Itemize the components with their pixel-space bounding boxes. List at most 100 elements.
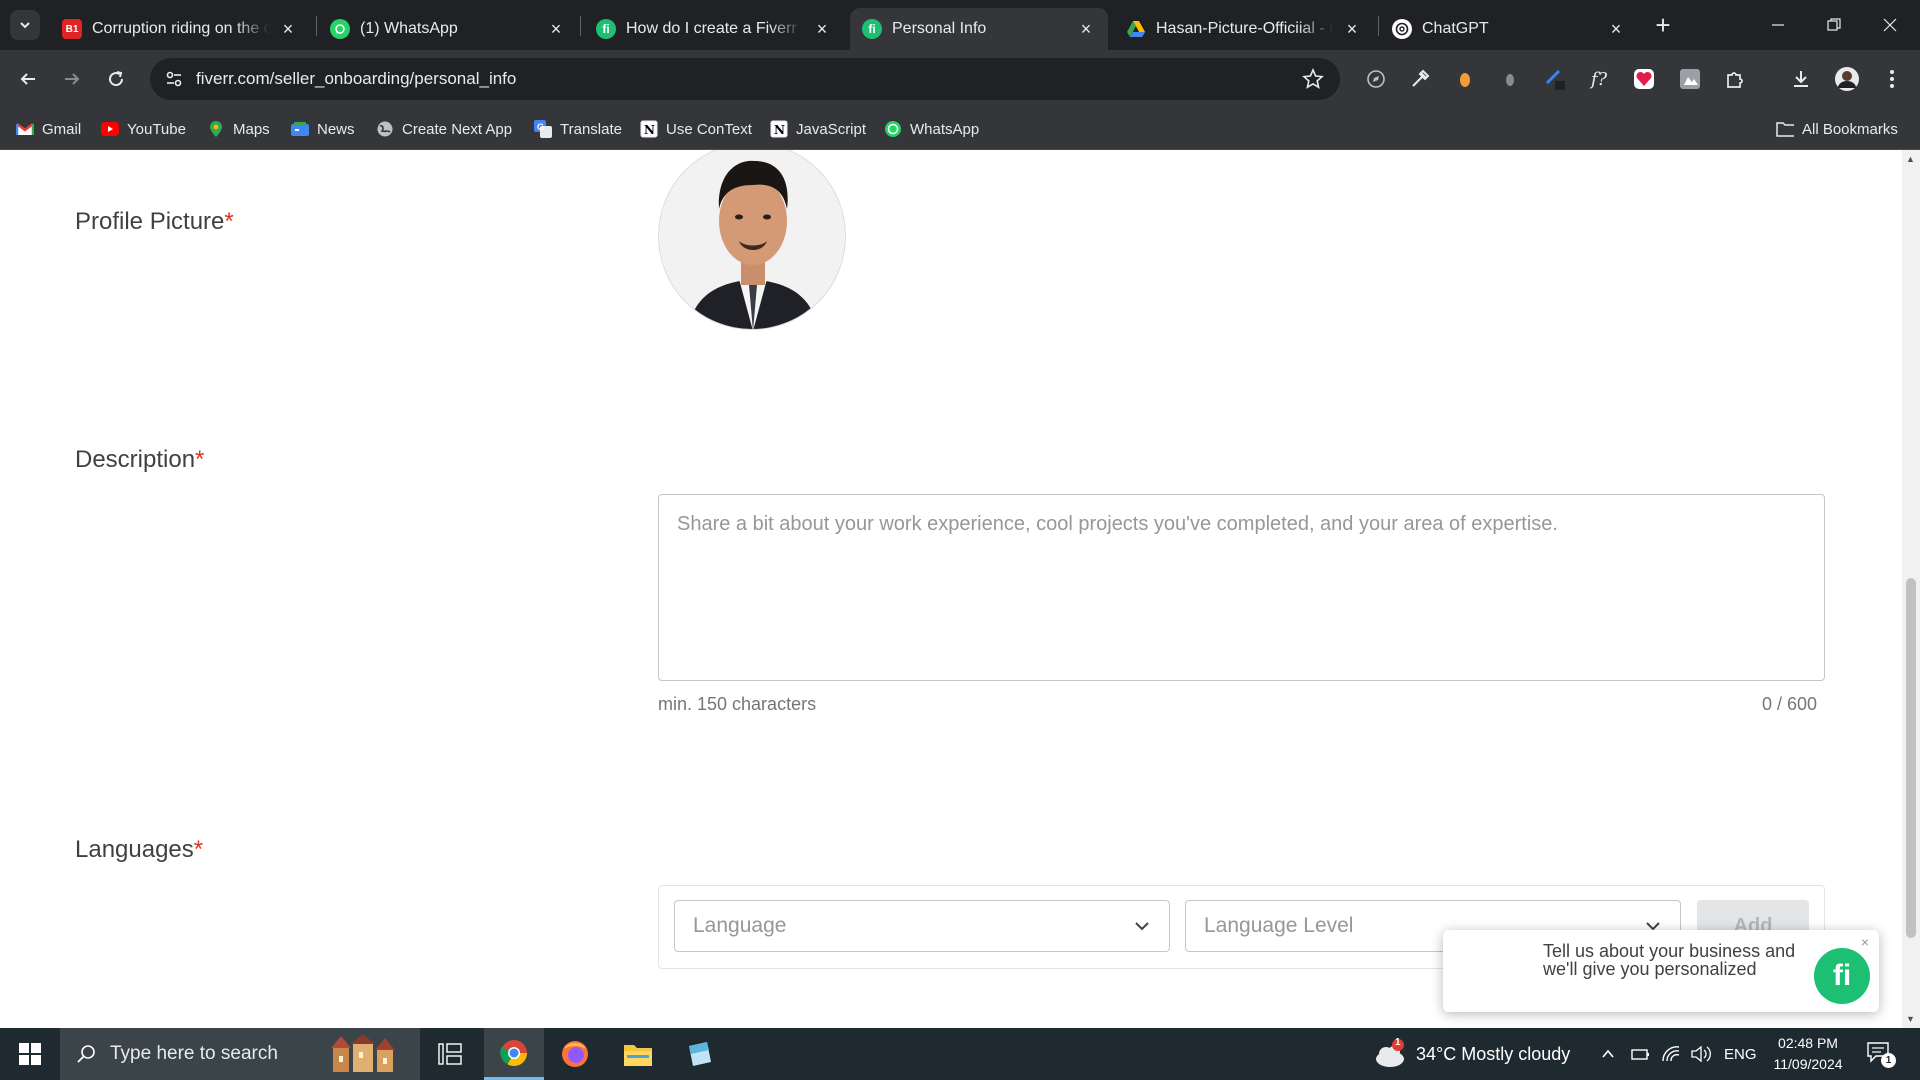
url-text: fiverr.com/seller_onboarding/personal_in… bbox=[196, 69, 517, 88]
close-icon[interactable]: × bbox=[1861, 934, 1869, 950]
bookmark-gmail[interactable]: Gmail bbox=[16, 118, 81, 140]
language-level-placeholder: Language Level bbox=[1204, 914, 1354, 937]
reload-icon bbox=[109, 71, 124, 87]
bookmarks-bar: Gmail YouTube Maps News Create Next App … bbox=[0, 108, 1920, 150]
bookmark-maps[interactable]: Maps bbox=[207, 118, 270, 140]
heart-extension-icon[interactable] bbox=[1630, 65, 1658, 93]
bookmark-use-context[interactable]: N Use ConText bbox=[640, 118, 752, 140]
task-view-icon[interactable] bbox=[420, 1028, 480, 1080]
tab-whatsapp[interactable]: (1) WhatsApp × bbox=[318, 8, 578, 50]
profile-avatar-icon[interactable] bbox=[1833, 65, 1861, 93]
svg-text:G: G bbox=[537, 122, 544, 132]
arrow-left-icon bbox=[20, 73, 35, 85]
tab-title: (1) WhatsApp bbox=[360, 20, 458, 37]
forward-button[interactable] bbox=[56, 63, 88, 95]
scrollbar-thumb[interactable] bbox=[1906, 578, 1916, 938]
close-window-button[interactable] bbox=[1862, 0, 1918, 50]
reload-button[interactable] bbox=[100, 63, 132, 95]
chrome-taskbar-icon[interactable] bbox=[484, 1028, 544, 1080]
gray-extension-icon[interactable] bbox=[1496, 65, 1524, 93]
restore-button[interactable] bbox=[1806, 0, 1862, 50]
whatsapp-icon bbox=[330, 19, 350, 39]
bookmark-news[interactable]: News bbox=[291, 118, 355, 140]
volume-icon[interactable] bbox=[1690, 1028, 1712, 1080]
firefox-taskbar-icon[interactable] bbox=[545, 1028, 605, 1080]
translate-icon: G bbox=[534, 120, 552, 138]
tab-separator bbox=[1378, 16, 1379, 36]
tab-corruption[interactable]: B1 Corruption riding on the coattails × bbox=[50, 8, 310, 50]
bookmark-whatsapp[interactable]: WhatsApp bbox=[884, 118, 979, 140]
chatgpt-icon bbox=[1392, 19, 1412, 39]
chat-popup[interactable]: Tell us about your business and we'll gi… bbox=[1443, 930, 1879, 1012]
tray-chevron-up-icon[interactable] bbox=[1600, 1028, 1616, 1080]
compass-extension-icon[interactable] bbox=[1362, 65, 1390, 93]
file-explorer-icon[interactable] bbox=[608, 1028, 668, 1080]
bookmark-label: Create Next App bbox=[402, 120, 513, 138]
notion-icon: N bbox=[640, 120, 658, 138]
fiverr-logo[interactable]: fi bbox=[1814, 948, 1870, 1004]
wifi-icon[interactable] bbox=[1661, 1028, 1681, 1080]
drive-icon bbox=[1126, 19, 1146, 39]
chrome-menu-icon[interactable] bbox=[1878, 65, 1906, 93]
notification-center-icon[interactable]: 1 bbox=[1866, 1028, 1896, 1080]
new-tab-button[interactable]: + bbox=[1648, 10, 1678, 40]
battery-icon[interactable] bbox=[1631, 1028, 1651, 1080]
address-bar[interactable]: fiverr.com/seller_onboarding/personal_in… bbox=[150, 58, 1340, 100]
close-icon[interactable]: × bbox=[812, 19, 832, 39]
tab-google-drive[interactable]: Hasan-Picture-Officiial - Google Drive × bbox=[1114, 8, 1374, 50]
youtube-icon bbox=[101, 120, 119, 138]
eyedropper-extension-icon[interactable] bbox=[1406, 65, 1434, 93]
all-bookmarks-button[interactable]: All Bookmarks bbox=[1776, 118, 1898, 140]
b1-icon: B1 bbox=[62, 19, 82, 39]
page-content: Profile Picture* Description* Share a bi… bbox=[0, 150, 1920, 1028]
news-widget-icon[interactable] bbox=[322, 1028, 418, 1080]
site-settings-icon[interactable] bbox=[164, 69, 184, 89]
back-button[interactable] bbox=[12, 63, 44, 95]
chevron-down-icon bbox=[20, 22, 30, 29]
profile-picture[interactable] bbox=[658, 150, 846, 330]
bookmark-label: WhatsApp bbox=[910, 120, 980, 138]
app-taskbar-icon[interactable] bbox=[670, 1028, 730, 1080]
tab-chatgpt[interactable]: ChatGPT × bbox=[1380, 8, 1638, 50]
font-extension-icon[interactable]: f? bbox=[1585, 65, 1613, 93]
news-icon bbox=[291, 120, 309, 138]
folder-icon bbox=[1776, 120, 1794, 138]
popup-message: Tell us about your business and we'll gi… bbox=[1543, 941, 1796, 979]
close-icon[interactable]: × bbox=[278, 19, 298, 39]
scroll-down-icon[interactable]: ▼ bbox=[1906, 1014, 1915, 1024]
image-extension-icon[interactable] bbox=[1676, 65, 1704, 93]
weather-widget[interactable]: 1 34°C Mostly cloudy bbox=[1372, 1028, 1570, 1080]
page-scrollbar[interactable]: ▲ ▼ bbox=[1902, 150, 1920, 1028]
tab-separator bbox=[580, 16, 581, 36]
language-select[interactable]: Language bbox=[674, 900, 1170, 952]
close-icon[interactable]: × bbox=[546, 19, 566, 39]
bookmark-youtube[interactable]: YouTube bbox=[101, 118, 186, 140]
taskbar-clock[interactable]: 02:48 PM 11/09/2024 bbox=[1760, 1033, 1856, 1075]
blue-extension-icon[interactable] bbox=[1541, 65, 1569, 93]
maps-icon bbox=[207, 120, 225, 138]
restore-icon bbox=[1827, 18, 1841, 31]
weather-text: 34°C Mostly cloudy bbox=[1416, 1043, 1571, 1064]
bookmark-create-next-app[interactable]: Create Next App bbox=[376, 118, 512, 140]
minimize-button[interactable] bbox=[1750, 0, 1806, 50]
download-icon[interactable] bbox=[1787, 65, 1815, 93]
close-icon[interactable]: × bbox=[1076, 19, 1096, 39]
scroll-up-icon[interactable]: ▲ bbox=[1906, 154, 1915, 164]
close-icon[interactable]: × bbox=[1342, 19, 1362, 39]
tab-personal-info[interactable]: fi Personal Info × bbox=[850, 8, 1108, 50]
description-textarea[interactable]: Share a bit about your work experience, … bbox=[658, 494, 1825, 681]
profile-photo bbox=[659, 150, 845, 329]
bookmark-translate[interactable]: G Translate bbox=[534, 118, 622, 140]
tab-search-button[interactable] bbox=[10, 10, 40, 40]
extensions-puzzle-icon[interactable] bbox=[1721, 65, 1749, 93]
start-button[interactable] bbox=[0, 1028, 60, 1080]
close-icon[interactable]: × bbox=[1606, 19, 1626, 39]
tab-fiverr-help[interactable]: fi How do I create a Fiverr account × bbox=[584, 8, 844, 50]
description-label: Description* bbox=[75, 446, 204, 474]
bookmark-javascript[interactable]: N JavaScript bbox=[770, 118, 866, 140]
orange-extension-icon[interactable] bbox=[1451, 65, 1479, 93]
bookmark-star-icon[interactable] bbox=[1302, 68, 1324, 90]
clock-date: 11/09/2024 bbox=[1773, 1056, 1843, 1072]
input-language-indicator[interactable]: ENG bbox=[1724, 1028, 1757, 1080]
bookmark-label: All Bookmarks bbox=[1802, 120, 1898, 138]
